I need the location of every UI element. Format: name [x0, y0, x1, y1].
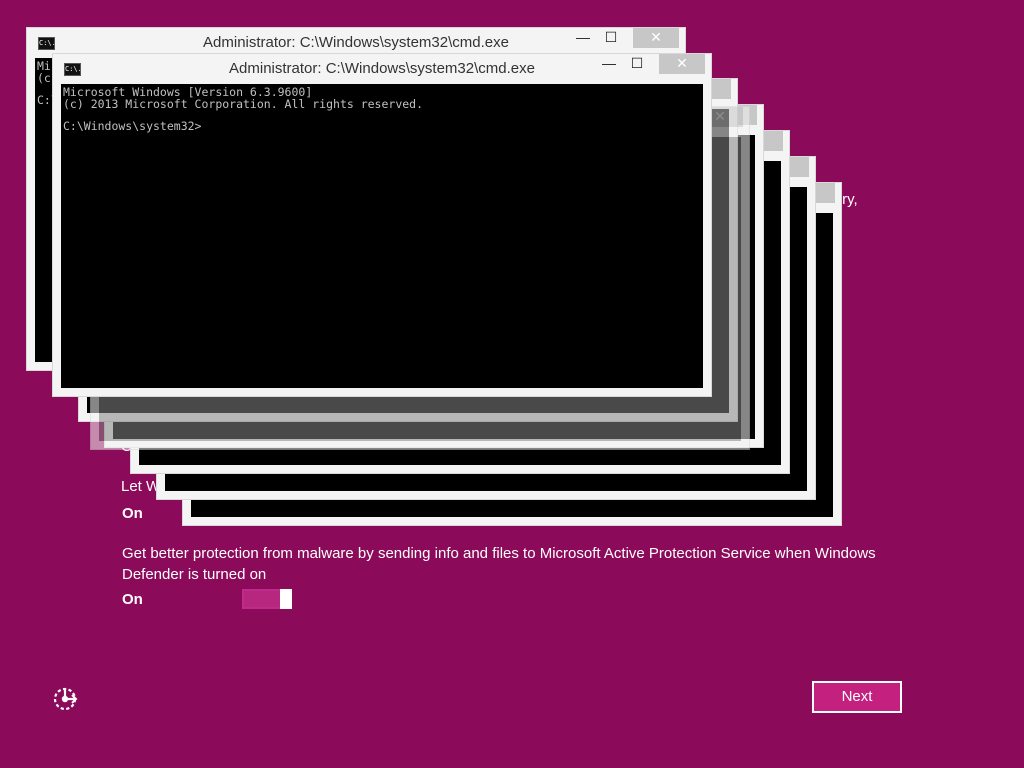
maximize-button[interactable]: ☐	[597, 28, 625, 48]
next-button[interactable]: Next	[812, 681, 902, 713]
window-titlebar[interactable]: C:\.Administrator: C:\Windows\system32\c…	[53, 54, 711, 84]
protection-setting-description: Get better protection from malware by se…	[122, 545, 876, 583]
console-line: (c) 2013 Microsoft Corporation. All righ…	[63, 97, 424, 111]
toggle-track	[242, 589, 282, 609]
minimize-button[interactable]: —	[595, 54, 623, 74]
protection-setting-state-label: On	[122, 591, 143, 608]
cmd-window[interactable]: C:\.Administrator: C:\Windows\system32\c…	[52, 53, 712, 397]
close-button[interactable]: ✕	[659, 54, 705, 74]
toggle-thumb[interactable]	[280, 589, 292, 609]
close-button[interactable]: ✕	[633, 28, 679, 48]
console-output[interactable]: Microsoft Windows [Version 6.3.9600](c) …	[61, 84, 703, 388]
obscured-text-fragment: Let W	[121, 478, 161, 495]
setting-state-label: On	[122, 505, 143, 522]
console-prompt: C:\Windows\system32>	[63, 119, 202, 133]
ease-of-access-icon[interactable]	[52, 684, 80, 712]
minimize-button[interactable]: —	[569, 28, 597, 48]
maximize-button[interactable]: ☐	[623, 54, 651, 74]
protection-toggle[interactable]	[242, 589, 292, 609]
